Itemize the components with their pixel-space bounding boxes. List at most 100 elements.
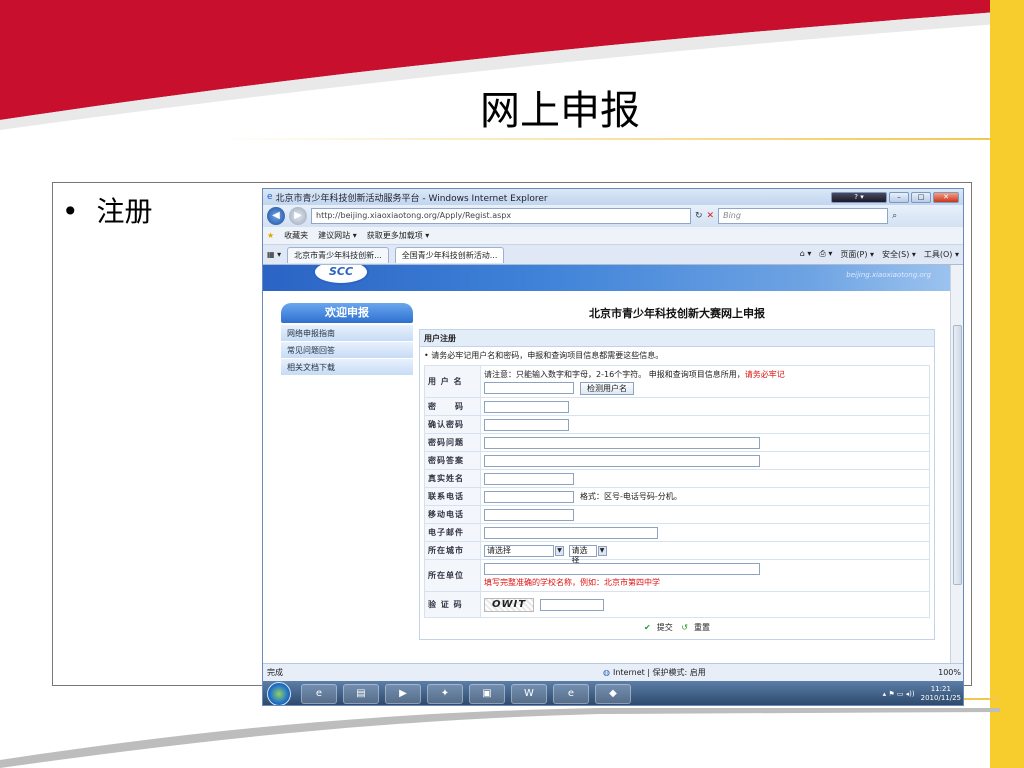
row-username: 用 户 名 请注意：只能输入数字和字母，2-16个字符。 申报和查询项目信息所用… — [424, 365, 930, 398]
unit-label: 所在单位 — [424, 559, 481, 592]
row-city: 所在城市 请选择 ▼ 请选择▼ — [424, 541, 930, 565]
submit-button[interactable]: 提交 — [657, 623, 673, 632]
ie-window-title: 北京市青少年科技创新活动服务平台 - Windows Internet Expl… — [275, 193, 548, 204]
form-note: • 请务必牢记用户名和密码，申报和查询项目信息都需要这些信息。 — [419, 347, 935, 365]
addons-link[interactable]: 获取更多加载项 ▾ — [367, 230, 430, 241]
web-page: SCC beijing.xiaoxiaotong.org 欢迎申报 网络申报指南… — [263, 265, 951, 663]
stop-icon[interactable]: ✕ — [707, 211, 715, 221]
command-bar: ⌂ ▾ ⎙ ▾ 页面(P) ▾ 安全(S) ▾ 工具(O) ▾ — [800, 249, 959, 260]
tools-menu[interactable]: 工具(O) ▾ — [924, 249, 959, 260]
address-input[interactable]: http://beijing.xiaoxiaotong.org/Apply/Re… — [311, 208, 691, 224]
favorites-star-icon[interactable]: ★ — [267, 231, 274, 240]
folder-icon[interactable]: ▤ — [343, 684, 379, 704]
password-input[interactable] — [484, 400, 569, 413]
phone-hint: 格式：区号-电话号码-分机。 — [580, 492, 682, 501]
realname-label: 真实姓名 — [424, 469, 481, 488]
favorites-button[interactable]: 收藏夹 — [284, 230, 308, 241]
chevron-down-icon[interactable]: ▼ — [597, 545, 607, 556]
bullet-text: 注册 — [96, 195, 153, 228]
question-input[interactable] — [484, 436, 760, 449]
slide: 网上申报 • 注册 e 北京市青少年科技创新活动服务平台 - Windows In… — [0, 0, 1024, 768]
word-icon[interactable]: W — [511, 684, 547, 704]
email-input[interactable] — [484, 526, 658, 539]
mobile-input[interactable] — [484, 508, 574, 521]
captcha-label: 验 证 码 — [424, 591, 481, 618]
scrollbar-thumb[interactable] — [953, 325, 962, 585]
close-button[interactable]: ✕ — [933, 191, 959, 203]
nav-item-faq[interactable]: 常见问题回答 — [281, 342, 413, 359]
site-logo: SCC — [313, 265, 369, 285]
phone-label: 联系电话 — [424, 487, 481, 506]
city-select-province[interactable]: 请选择 — [484, 544, 554, 557]
print-icon[interactable]: ⎙ ▾ — [819, 249, 832, 260]
globe-icon: ◍ — [603, 668, 610, 677]
welcome-header: 欢迎申报 — [281, 303, 413, 323]
username-label: 用 户 名 — [424, 365, 481, 398]
row-question: 密码问题 — [424, 433, 930, 452]
tab-2[interactable]: 全国青少年科技创新活动... — [394, 246, 505, 263]
clock[interactable]: 11:21 2010/11/25 — [921, 685, 961, 703]
clock-time: 11:21 — [930, 685, 951, 693]
site-banner: SCC beijing.xiaoxiaotong.org — [263, 265, 951, 291]
slide-right-stripe — [990, 0, 1024, 768]
bullet-item: • 注册 — [62, 190, 153, 230]
zoom-level[interactable]: 100% — [938, 668, 961, 677]
row-captcha: 验 证 码 OWIT — [424, 591, 930, 618]
phone-input[interactable] — [484, 490, 574, 503]
refresh-icon[interactable]: ↻ — [695, 211, 703, 221]
ie-titlebar: e 北京市青少年科技创新活动服务平台 - Windows Internet Ex… — [263, 189, 963, 205]
ie-taskbar-icon[interactable]: e — [301, 684, 337, 704]
forward-icon[interactable]: ▶ — [289, 207, 307, 225]
chevron-down-icon[interactable]: ▼ — [555, 545, 564, 556]
answer-input[interactable] — [484, 454, 760, 467]
registration-form: 北京市青少年科技创新大赛网上申报 用户注册 • 请务必牢记用户名和密码，申报和查… — [419, 303, 935, 640]
vertical-scrollbar[interactable] — [950, 265, 963, 663]
status-bar: 完成 ◍ Internet | 保护模式: 启用 100% — [263, 663, 963, 681]
maximize-button[interactable]: □ — [911, 191, 931, 203]
tab-bar: ▦ ▾ 北京市青少年科技创新... 全国青少年科技创新活动... ⌂ ▾ ⎙ ▾… — [263, 245, 963, 265]
security-zone: Internet | 保护模式: 启用 — [612, 668, 706, 677]
help-icon[interactable]: ? ▾ — [831, 191, 887, 203]
nav-item-downloads[interactable]: 相关文档下载 — [281, 359, 413, 376]
page-menu[interactable]: 页面(P) ▾ — [840, 249, 874, 260]
reset-icon: ↺ — [681, 623, 688, 632]
suggested-sites-link[interactable]: 建议网站 ▾ — [318, 230, 357, 241]
mobile-label: 移动电话 — [424, 505, 481, 524]
captcha-input[interactable] — [540, 598, 604, 611]
tab-1[interactable]: 北京市青少年科技创新... — [287, 246, 389, 263]
tab-list-icon[interactable]: ▦ ▾ — [267, 250, 281, 259]
status-text: 完成 — [267, 668, 283, 677]
form-section-header: 用户注册 — [419, 329, 935, 347]
city-select-city[interactable]: 请选择 — [568, 544, 597, 565]
tool-icon[interactable]: ◆ — [595, 684, 631, 704]
ie-window-taskbar-icon[interactable]: e — [553, 684, 589, 704]
windows-taskbar: e ▤ ▶ ✦ ▣ W e ◆ ▴ ⚑ ▭ ◂)) 11:21 2010/11/… — [263, 681, 963, 705]
search-icon[interactable]: ⌕ — [892, 211, 897, 221]
tray-icons[interactable]: ▴ ⚑ ▭ ◂)) — [883, 690, 915, 698]
username-input[interactable] — [484, 382, 574, 394]
app-icon[interactable]: ✦ — [427, 684, 463, 704]
username-hint-warning: 请务必牢记 — [744, 369, 785, 379]
search-input[interactable]: Bing — [718, 208, 889, 224]
unit-input[interactable] — [484, 563, 760, 575]
window-controls: ? ▾ – □ ✕ — [831, 191, 959, 203]
row-email: 电子邮件 — [424, 523, 930, 542]
powerpoint-icon[interactable]: ▣ — [469, 684, 505, 704]
form-fields: 用 户 名 请注意：只能输入数字和字母，2-16个字符。 申报和查询项目信息所用… — [419, 365, 935, 640]
ie-window: e 北京市青少年科技创新活动服务平台 - Windows Internet Ex… — [262, 188, 964, 706]
reset-button[interactable]: 重置 — [694, 623, 710, 632]
media-player-icon[interactable]: ▶ — [385, 684, 421, 704]
check-username-button[interactable]: 检测用户名 — [580, 381, 634, 395]
start-button[interactable] — [267, 682, 291, 705]
slide-title: 网上申报 — [480, 88, 640, 134]
row-unit: 所在单位 填写完整准确的学校名称，例如：北京市第四中学 — [424, 559, 930, 592]
confirm-password-input[interactable] — [484, 418, 569, 431]
clock-date: 2010/11/25 — [920, 694, 961, 702]
home-icon[interactable]: ⌂ ▾ — [800, 249, 812, 260]
nav-item-guide[interactable]: 网络申报指南 — [281, 325, 413, 342]
realname-input[interactable] — [484, 472, 574, 485]
back-icon[interactable]: ◀ — [267, 207, 285, 225]
safety-menu[interactable]: 安全(S) ▾ — [882, 249, 916, 260]
minimize-button[interactable]: – — [889, 191, 909, 203]
row-answer: 密码答案 — [424, 451, 930, 470]
